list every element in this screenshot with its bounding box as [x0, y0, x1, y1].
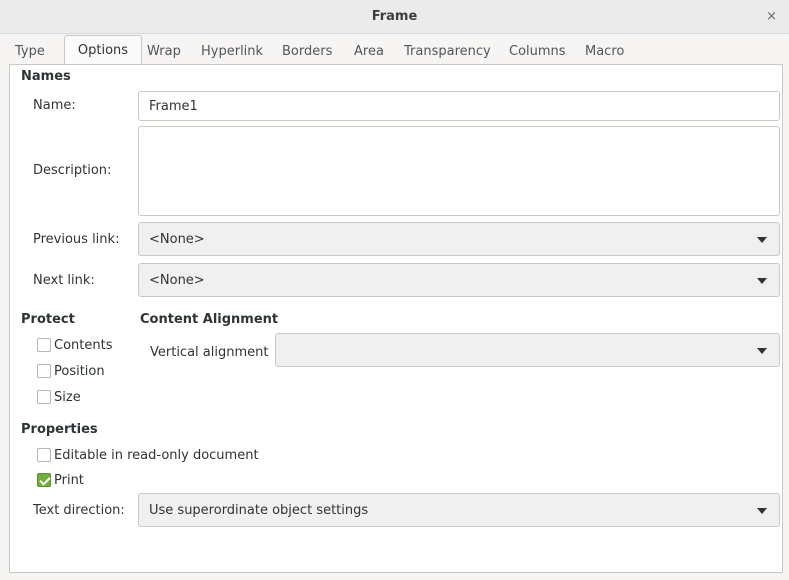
tab-options[interactable]: Options	[64, 35, 142, 65]
names-heading: Names	[21, 69, 71, 84]
tab-wrap[interactable]: Wrap	[147, 39, 181, 64]
previous-link-value: <None>	[149, 232, 205, 247]
chevron-down-icon	[757, 508, 767, 514]
protect-position-label: Position	[54, 364, 105, 379]
protect-heading: Protect	[21, 312, 75, 327]
title-bar: Frame ×	[0, 0, 789, 34]
tab-area[interactable]: Area	[354, 39, 384, 64]
checkbox-icon	[37, 448, 51, 462]
vertical-alignment-select[interactable]	[275, 333, 780, 367]
checkbox-icon	[37, 338, 51, 352]
checkbox-checked-icon	[37, 473, 51, 487]
text-direction-select[interactable]: Use superordinate object settings	[138, 493, 780, 527]
tab-borders[interactable]: Borders	[282, 39, 332, 64]
name-value: Frame1	[149, 99, 198, 114]
options-panel: Names Name: Frame1 Description: Previous…	[9, 64, 783, 573]
text-direction-value: Use superordinate object settings	[149, 503, 369, 518]
tab-hyperlink[interactable]: Hyperlink	[201, 39, 263, 64]
next-link-select[interactable]: <None>	[138, 263, 780, 297]
chevron-down-icon	[757, 348, 767, 354]
next-link-label: Next link:	[33, 273, 95, 288]
checkbox-icon	[37, 364, 51, 378]
protect-size-label: Size	[54, 390, 81, 405]
previous-link-select[interactable]: <None>	[138, 222, 780, 256]
editable-readonly-label: Editable in read-only document	[54, 448, 259, 463]
checkbox-icon	[37, 390, 51, 404]
previous-link-label: Previous link:	[33, 232, 120, 247]
chevron-down-icon	[757, 237, 767, 243]
name-label: Name:	[33, 98, 76, 113]
description-field[interactable]	[138, 126, 780, 216]
close-icon[interactable]: ×	[766, 0, 777, 33]
description-label: Description:	[33, 163, 112, 178]
tab-columns[interactable]: Columns	[509, 39, 566, 64]
properties-heading: Properties	[21, 422, 98, 437]
tab-macro[interactable]: Macro	[585, 39, 624, 64]
chevron-down-icon	[757, 278, 767, 284]
window-title: Frame	[371, 9, 418, 24]
print-label: Print	[54, 473, 84, 488]
name-field[interactable]: Frame1	[138, 91, 780, 121]
vertical-alignment-label: Vertical alignment	[150, 345, 269, 360]
content-alignment-heading: Content Alignment	[140, 312, 279, 327]
next-link-value: <None>	[149, 273, 205, 288]
protect-contents-label: Contents	[54, 338, 113, 353]
text-direction-label: Text direction:	[33, 503, 125, 518]
tab-type[interactable]: Type	[15, 39, 45, 64]
tab-strip: Type Options Wrap Hyperlink Borders Area…	[9, 35, 789, 65]
tab-transparency[interactable]: Transparency	[404, 39, 491, 64]
